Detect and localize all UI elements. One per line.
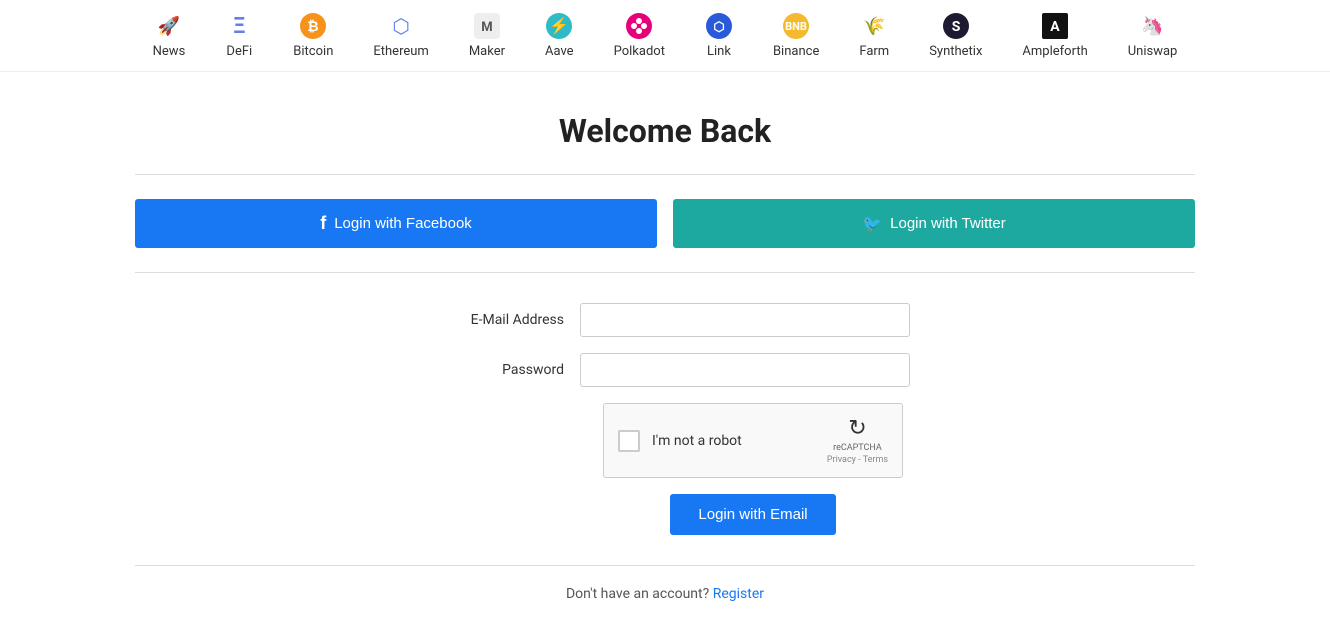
nav-label-news: News	[153, 44, 186, 59]
nav-item-aave[interactable]: ⚡ Aave	[525, 8, 594, 63]
polkadot-icon	[625, 12, 653, 40]
main-content: Welcome Back f Login with Facebook 🐦 Log…	[115, 72, 1215, 622]
nav-label-ampleforth: Ampleforth	[1022, 44, 1087, 59]
svg-text:A: A	[1050, 19, 1060, 35]
nav-label-aave: Aave	[545, 44, 574, 59]
facebook-icon: f	[320, 213, 326, 234]
uniswap-icon: 🦄	[1139, 12, 1167, 40]
nav-item-defi[interactable]: Ξ DeFi	[205, 8, 273, 63]
social-divider	[135, 272, 1195, 273]
bitcoin-icon: ₿	[299, 12, 327, 40]
captcha-links: Privacy - Terms	[827, 455, 888, 465]
nav-label-ethereum: Ethereum	[373, 44, 428, 59]
defi-icon: Ξ	[225, 12, 253, 40]
email-form-row: E-Mail Address	[135, 303, 1195, 337]
email-login-label: Login with Email	[698, 506, 807, 523]
svg-text:BNB: BNB	[785, 20, 807, 33]
nav-label-farm: Farm	[859, 44, 889, 59]
bottom-divider	[135, 565, 1195, 566]
farm-icon: 🌾	[860, 12, 888, 40]
binance-icon: BNB	[782, 12, 810, 40]
captcha-brand: reCAPTCHA	[833, 443, 882, 453]
nav-label-synthetix: Synthetix	[929, 44, 982, 59]
social-login-buttons: f Login with Facebook 🐦 Login with Twitt…	[135, 199, 1195, 248]
facebook-login-label: Login with Facebook	[334, 215, 472, 232]
nav-item-news[interactable]: 🚀 News	[133, 8, 206, 63]
email-label: E-Mail Address	[420, 312, 580, 328]
link-icon: ⬡	[705, 12, 733, 40]
title-divider	[135, 174, 1195, 175]
email-login-button[interactable]: Login with Email	[670, 494, 835, 535]
nav-item-polkadot[interactable]: Polkadot	[594, 8, 685, 63]
nav-item-maker[interactable]: M Maker	[449, 8, 525, 63]
svg-text:M: M	[481, 20, 492, 35]
nav-label-maker: Maker	[469, 44, 505, 59]
news-icon: 🚀	[155, 12, 183, 40]
twitter-login-label: Login with Twitter	[890, 215, 1006, 232]
nav-label-bitcoin: Bitcoin	[293, 44, 333, 59]
page-title: Welcome Back	[135, 112, 1195, 150]
captcha-checkbox[interactable]	[618, 430, 640, 452]
nav-label-polkadot: Polkadot	[614, 44, 665, 59]
twitter-login-button[interactable]: 🐦 Login with Twitter	[673, 199, 1195, 248]
svg-text:₿: ₿	[308, 19, 319, 35]
password-label: Password	[420, 362, 580, 378]
nav-label-link: Link	[707, 44, 731, 59]
nav-label-uniswap: Uniswap	[1128, 44, 1178, 59]
twitter-icon: 🐦	[862, 214, 882, 234]
nav-item-bitcoin[interactable]: ₿ Bitcoin	[273, 8, 353, 63]
captcha-box[interactable]: I'm not a robot ↻ reCAPTCHA Privacy - Te…	[603, 403, 903, 478]
register-label: Register	[713, 586, 764, 602]
nav-item-link[interactable]: ⬡ Link	[685, 8, 753, 63]
login-btn-row: Login with Email	[135, 494, 1195, 535]
nav-item-synthetix[interactable]: S Synthetix	[909, 8, 1002, 63]
aave-icon: ⚡	[545, 12, 573, 40]
no-account-text: Don't have an account?	[566, 586, 709, 602]
synthetix-icon: S	[942, 12, 970, 40]
svg-text:⚡: ⚡	[549, 16, 569, 35]
ampleforth-icon: A	[1041, 12, 1069, 40]
password-input[interactable]	[580, 353, 910, 387]
register-link[interactable]: Register	[713, 586, 764, 602]
maker-icon: M	[473, 12, 501, 40]
captcha-row: I'm not a robot ↻ reCAPTCHA Privacy - Te…	[135, 403, 1195, 478]
register-row: Don't have an account? Register	[135, 586, 1195, 602]
nav-item-ethereum[interactable]: ⬡ Ethereum	[353, 8, 448, 63]
nav-item-ampleforth[interactable]: A Ampleforth	[1002, 8, 1107, 63]
nav-item-binance[interactable]: BNB Binance	[753, 8, 839, 63]
top-navigation: 🚀 News Ξ DeFi ₿ Bitcoin ⬡ Ethereum M Mak…	[0, 0, 1330, 72]
captcha-logo: ↻ reCAPTCHA Privacy - Terms	[827, 416, 888, 465]
nav-item-farm[interactable]: 🌾 Farm	[839, 8, 909, 63]
email-input[interactable]	[580, 303, 910, 337]
svg-text:⬡: ⬡	[713, 20, 724, 35]
recaptcha-icon: ↻	[848, 416, 866, 441]
svg-text:S: S	[952, 19, 961, 35]
nav-label-binance: Binance	[773, 44, 819, 59]
nav-item-uniswap[interactable]: 🦄 Uniswap	[1108, 8, 1198, 63]
password-form-row: Password	[135, 353, 1195, 387]
nav-label-defi: DeFi	[226, 44, 252, 59]
facebook-login-button[interactable]: f Login with Facebook	[135, 199, 657, 248]
ethereum-icon: ⬡	[387, 12, 415, 40]
captcha-label: I'm not a robot	[652, 433, 815, 449]
